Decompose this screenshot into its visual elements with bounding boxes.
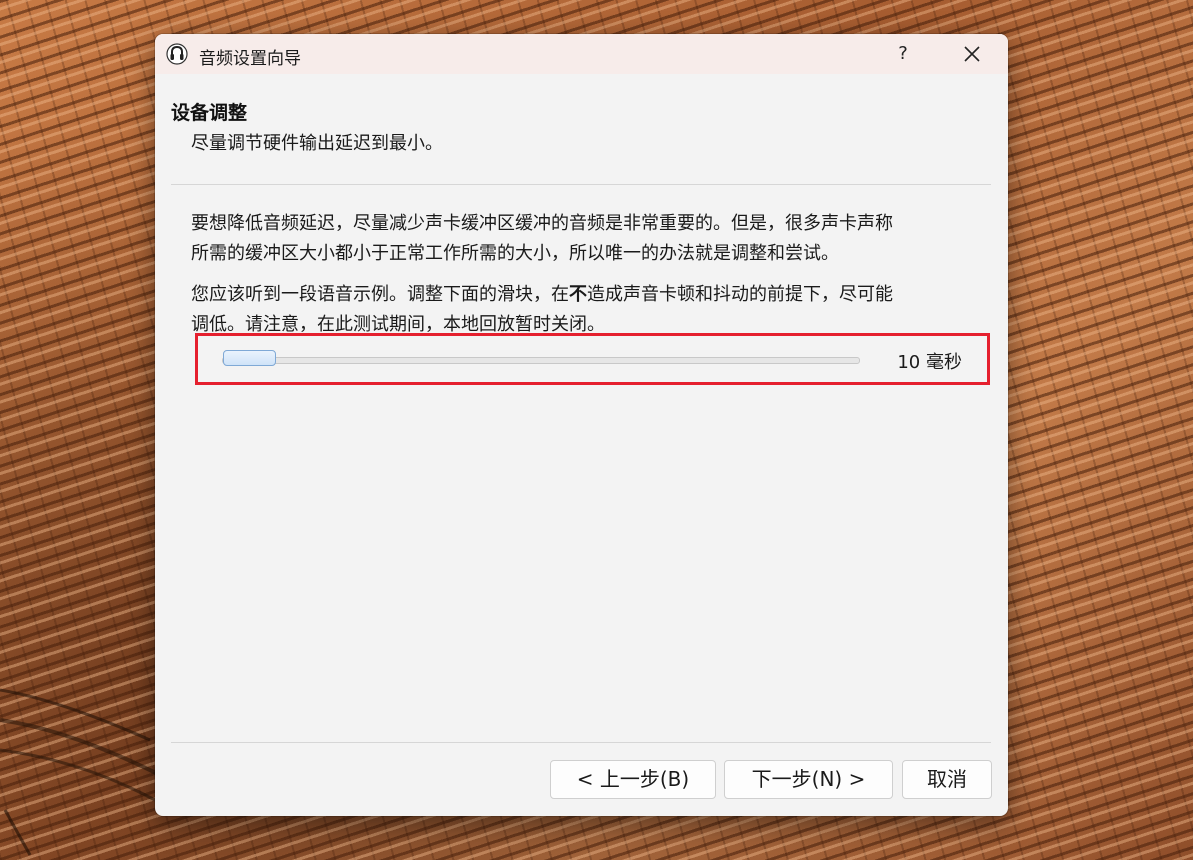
help-button[interactable]: ? xyxy=(877,34,929,74)
title-bar[interactable]: 音频设置向导 ? xyxy=(155,34,1008,74)
footer-divider xyxy=(171,742,991,743)
latency-explanation-line-2: 所需的缓冲区大小都小于正常工作所需的大小，所以唯一的办法就是调整和尝试。 xyxy=(191,243,839,264)
slider-instructions-line-1: 您应该听到一段语音示例。调整下面的滑块，在不造成声音卡顿和抖动的前提下，尽可能 xyxy=(191,280,981,310)
audio-setup-wizard-dialog: 音频设置向导 ? 设备调整 尽量调节硬件输出延迟到最小。 要想降低音频延迟，尽量… xyxy=(155,34,1008,816)
wallpaper-shadow-branches xyxy=(0,688,161,856)
latency-explanation: 要想降低音频延迟，尽量减少声卡缓冲区缓冲的音频是非常重要的。但是，很多声卡声称 … xyxy=(191,209,981,269)
page-subtitle: 尽量调节硬件输出延迟到最小。 xyxy=(191,133,443,154)
close-button[interactable] xyxy=(945,34,1001,74)
page-title: 设备调整 xyxy=(171,102,248,124)
instructions-text-pre: 您应该听到一段语音示例。调整下面的滑块，在 xyxy=(191,284,569,305)
headset-icon xyxy=(166,43,188,65)
window-title: 音频设置向导 xyxy=(199,49,301,69)
latency-explanation-line-1: 要想降低音频延迟，尽量减少声卡缓冲区缓冲的音频是非常重要的。但是，很多声卡声称 xyxy=(191,213,893,234)
slider-instructions: 您应该听到一段语音示例。调整下面的滑块，在不造成声音卡顿和抖动的前提下，尽可能 … xyxy=(191,280,981,340)
cancel-button[interactable]: 取消 xyxy=(902,760,992,799)
close-icon xyxy=(964,46,980,62)
latency-slider-track[interactable] xyxy=(222,357,860,364)
latency-slider-handle[interactable] xyxy=(223,350,276,366)
header-divider xyxy=(171,184,991,185)
latency-value-label: 10 毫秒 xyxy=(897,352,962,373)
instructions-emphasis: 不 xyxy=(569,284,587,305)
back-button[interactable]: < 上一步(B) xyxy=(550,760,716,799)
latency-slider-highlight: 10 毫秒 xyxy=(195,333,990,385)
instructions-text-post: 造成声音卡顿和抖动的前提下，尽可能 xyxy=(587,284,893,305)
desktop-wallpaper: 音频设置向导 ? 设备调整 尽量调节硬件输出延迟到最小。 要想降低音频延迟，尽量… xyxy=(0,0,1193,860)
next-button[interactable]: 下一步(N) > xyxy=(724,760,893,799)
